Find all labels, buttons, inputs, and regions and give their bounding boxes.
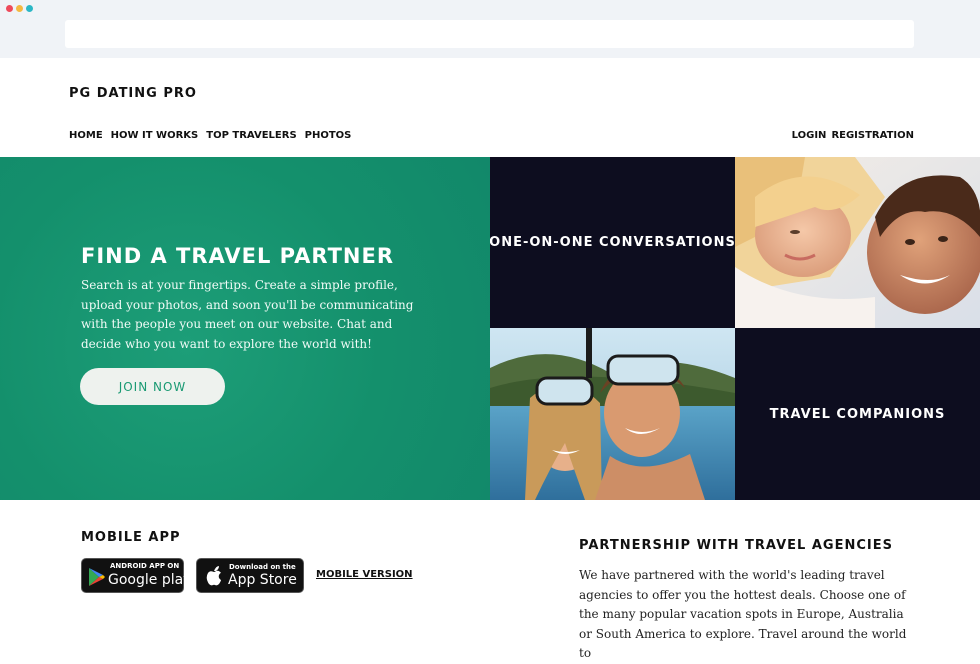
couple-image bbox=[735, 157, 980, 328]
google-play-small-text: ANDROID APP ON bbox=[110, 562, 180, 570]
tile-companions[interactable]: TRAVEL COMPANIONS bbox=[735, 328, 980, 500]
apple-icon bbox=[206, 566, 221, 586]
auth-nav: LOGIN REGISTRATION bbox=[792, 130, 914, 141]
nav-top-travelers[interactable]: TOP TRAVELERS bbox=[206, 130, 296, 141]
nav-home[interactable]: HOME bbox=[69, 130, 103, 141]
minimize-window-dot[interactable] bbox=[16, 5, 23, 12]
app-store-small-text: Download on the bbox=[229, 563, 296, 571]
join-now-button[interactable]: JOIN NOW bbox=[80, 368, 225, 405]
google-play-icon bbox=[89, 568, 105, 586]
partnership-text: We have partnered with the world's leadi… bbox=[579, 568, 907, 660]
google-play-badge[interactable]: ANDROID APP ON Google play bbox=[81, 558, 191, 593]
snorkel-couple-image bbox=[490, 328, 735, 500]
partnership-title: PARTNERSHIP WITH TRAVEL AGENCIES bbox=[579, 538, 893, 553]
hero-description: Search is at your fingertips. Create a s… bbox=[81, 278, 414, 351]
tile-companions-label: TRAVEL COMPANIONS bbox=[769, 406, 946, 422]
close-window-dot[interactable] bbox=[6, 5, 13, 12]
mobile-version-link[interactable]: MOBILE VERSION bbox=[316, 569, 413, 580]
google-play-big-text: Google play bbox=[108, 572, 192, 588]
hero-title: FIND A TRAVEL PARTNER bbox=[81, 244, 395, 268]
registration-link[interactable]: REGISTRATION bbox=[831, 130, 914, 141]
browser-chrome bbox=[0, 0, 980, 58]
couple-photo[interactable] bbox=[735, 157, 980, 328]
nav-how-it-works[interactable]: HOW IT WORKS bbox=[111, 130, 199, 141]
tile-conversations[interactable]: ONE-ON-ONE CONVERSATIONS bbox=[490, 157, 735, 328]
mobile-app-title: MOBILE APP bbox=[81, 530, 181, 545]
maximize-window-dot[interactable] bbox=[26, 5, 33, 12]
site-logo[interactable]: PG DATING PRO bbox=[69, 86, 197, 101]
app-store-big-text: App Store bbox=[228, 572, 297, 588]
nav-photos[interactable]: PHOTOS bbox=[305, 130, 352, 141]
main-nav: HOME HOW IT WORKS TOP TRAVELERS PHOTOS bbox=[69, 130, 351, 141]
login-link[interactable]: LOGIN bbox=[792, 130, 827, 141]
tile-conversations-label: ONE-ON-ONE CONVERSATIONS bbox=[490, 235, 735, 250]
window-controls bbox=[6, 5, 33, 12]
app-store-badge[interactable]: Download on the App Store bbox=[196, 558, 304, 593]
snorkel-photo[interactable] bbox=[490, 328, 735, 500]
address-bar[interactable] bbox=[65, 20, 914, 48]
